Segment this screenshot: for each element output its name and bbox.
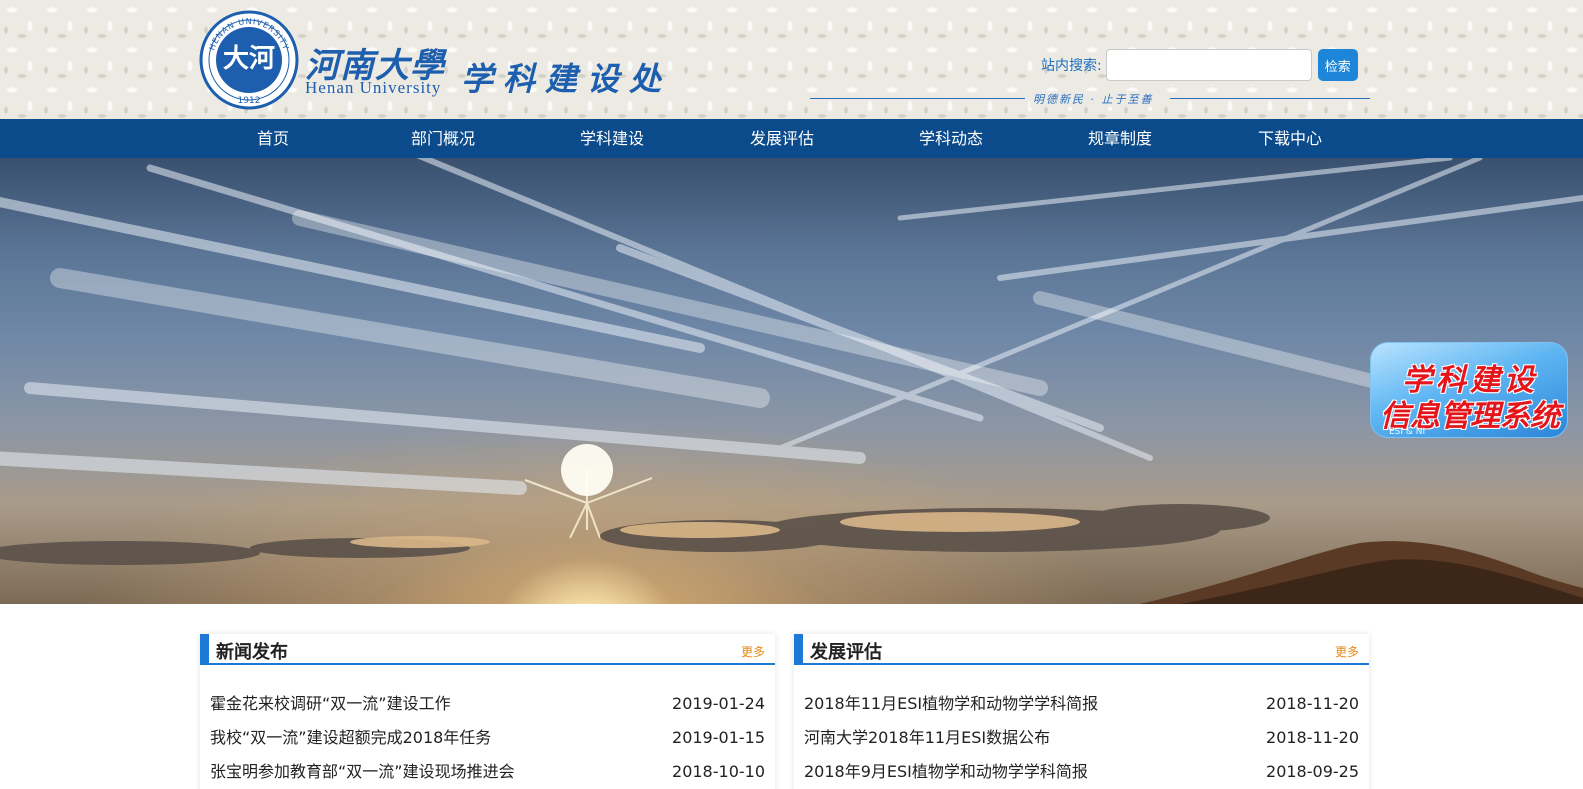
news-panel-header: 新闻发布 更多: [200, 634, 775, 665]
main-nav: 首页 部门概况 学科建设 发展评估 学科动态 规章制度 下载中心: [0, 119, 1583, 158]
news-item-date: 2019-01-24: [672, 694, 765, 713]
news-item-date: 2019-01-15: [672, 728, 765, 747]
university-motto: 明德新民 · 止于至善: [1030, 91, 1157, 107]
list-item[interactable]: 我校“双一流”建设超额完成2018年任务 2019-01-15: [210, 727, 765, 761]
news-item-date: 2018-10-10: [672, 762, 765, 781]
nav-item-discipline-news[interactable]: 学科动态: [891, 119, 1011, 158]
evaluation-list: 2018年11月ESI植物学和动物学学科简报 2018-11-20 河南大学20…: [804, 693, 1359, 789]
evaluation-item-date: 2018-11-20: [1266, 728, 1359, 747]
news-item-title: 张宝明参加教育部“双一流”建设现场推进会: [210, 762, 515, 781]
list-item[interactable]: 河南大学2018年11月ESI数据公布 2018-11-20: [804, 727, 1359, 761]
news-more-link[interactable]: 更多: [741, 643, 765, 660]
badge-sub: ESI & NI: [1389, 427, 1426, 437]
news-list: 霍金花来校调研“双一流”建设工作 2019-01-24 我校“双一流”建设超额完…: [210, 693, 765, 789]
news-panel-title: 新闻发布: [216, 642, 288, 663]
university-seal-icon: 大河 HENAN UNIVERSITY 1912: [199, 10, 299, 110]
panel-accent-bar: [200, 634, 209, 665]
nav-item-regulations[interactable]: 规章制度: [1060, 119, 1180, 158]
seal-year: 1912: [238, 96, 261, 106]
site-search: 站内搜索: 检索: [1041, 49, 1358, 81]
news-item-title: 霍金花来校调研“双一流”建设工作: [210, 694, 451, 713]
nav-item-downloads[interactable]: 下载中心: [1230, 119, 1350, 158]
list-item[interactable]: 2018年9月ESI植物学和动物学学科简报 2018-09-25: [804, 761, 1359, 789]
news-item-title: 我校“双一流”建设超额完成2018年任务: [210, 728, 492, 747]
evaluation-item-title: 2018年11月ESI植物学和动物学学科简报: [804, 694, 1099, 713]
logo-english-name: Henan University: [305, 78, 442, 97]
sky-scene: [0, 158, 1583, 604]
svg-text:大河: 大河: [223, 44, 275, 74]
evaluation-item-date: 2018-11-20: [1266, 694, 1359, 713]
news-panel: 新闻发布 更多 霍金花来校调研“双一流”建设工作 2019-01-24 我校“双…: [200, 634, 775, 789]
department-name: 学科建设处: [461, 60, 672, 98]
search-button[interactable]: 检索: [1317, 49, 1358, 81]
list-item[interactable]: 张宝明参加教育部“双一流”建设现场推进会 2018-10-10: [210, 761, 765, 789]
logo[interactable]: 大河 HENAN UNIVERSITY 1912 河南大學 Henan Univ…: [199, 8, 679, 110]
hero-banner: 学科建设 信息管理系统 ESI & NI: [0, 158, 1583, 604]
search-input[interactable]: [1105, 49, 1312, 81]
nav-item-discipline-construction[interactable]: 学科建设: [552, 119, 672, 158]
nav-item-home[interactable]: 首页: [213, 119, 333, 158]
list-item[interactable]: 2018年11月ESI植物学和动物学学科简报 2018-11-20: [804, 693, 1359, 727]
nav-item-department[interactable]: 部门概况: [383, 119, 503, 158]
evaluation-item-title: 河南大学2018年11月ESI数据公布: [804, 728, 1051, 747]
evaluation-item-title: 2018年9月ESI植物学和动物学学科简报: [804, 762, 1088, 781]
evaluation-panel: 发展评估 更多 2018年11月ESI植物学和动物学学科简报 2018-11-2…: [794, 634, 1369, 789]
list-item[interactable]: 霍金花来校调研“双一流”建设工作 2019-01-24: [210, 693, 765, 727]
panel-accent-bar: [794, 634, 803, 665]
search-label: 站内搜索:: [1041, 58, 1102, 74]
evaluation-panel-title: 发展评估: [810, 642, 882, 663]
nav-item-development-evaluation[interactable]: 发展评估: [722, 119, 842, 158]
evaluation-item-date: 2018-09-25: [1266, 762, 1359, 781]
info-system-badge[interactable]: 学科建设 信息管理系统 ESI & NI: [1370, 342, 1568, 438]
site-header: 大河 HENAN UNIVERSITY 1912 河南大學 Henan Univ…: [0, 0, 1583, 119]
evaluation-more-link[interactable]: 更多: [1335, 643, 1359, 660]
evaluation-panel-header: 发展评估 更多: [794, 634, 1369, 665]
